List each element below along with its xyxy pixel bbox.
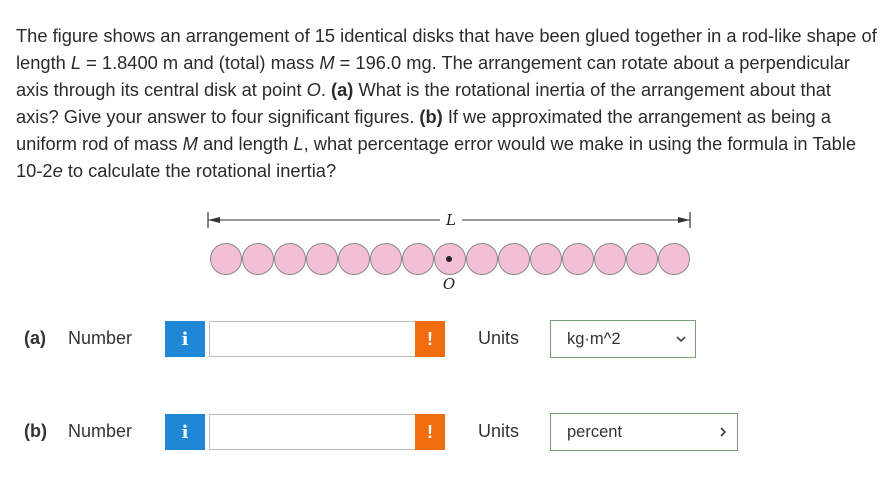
info-icon[interactable]: i	[165, 321, 205, 357]
units-select[interactable]: kg·m^2	[550, 320, 696, 358]
part-a-tag: (a)	[331, 79, 354, 100]
units-label: Units	[478, 328, 520, 348]
question-segment: to calculate the rotational inertia?	[62, 160, 337, 181]
answer-row-a: (a) Number i ! Units kg·m^2	[0, 319, 891, 359]
disk	[370, 243, 402, 275]
chevron-down-icon	[676, 336, 686, 343]
info-icon[interactable]: i	[165, 414, 205, 450]
number-input[interactable]	[209, 321, 415, 357]
question-segment: = 1.8400 m and (total) mass	[81, 52, 320, 73]
answer-row-b: (b) Number i ! Units percent	[0, 412, 891, 452]
warning-icon[interactable]: !	[415, 321, 445, 357]
number-label: Number	[68, 328, 133, 348]
mass-symbol: M	[319, 52, 335, 73]
question-segment: .	[320, 79, 332, 100]
chevron-down-icon	[720, 427, 727, 437]
disk	[626, 243, 658, 275]
disk	[274, 243, 306, 275]
part-label: (b)	[24, 421, 47, 441]
part-b-tag: (b)	[419, 106, 443, 127]
disk	[306, 243, 338, 275]
disk	[338, 243, 370, 275]
mass-symbol: M	[182, 133, 198, 154]
disk	[498, 243, 530, 275]
point-symbol: O	[306, 79, 321, 100]
length-label: L	[445, 211, 456, 229]
length-symbol: L	[293, 133, 304, 154]
warning-icon[interactable]: !	[415, 414, 445, 450]
units-selected-value: percent	[567, 422, 623, 441]
disk	[210, 243, 242, 275]
axis-point	[446, 256, 452, 262]
question-text: The figure shows an arrangement of 15 id…	[16, 22, 878, 184]
number-input[interactable]	[209, 414, 415, 450]
length-right-arrow	[678, 217, 690, 223]
part-label: (a)	[24, 328, 46, 348]
disk	[658, 243, 690, 275]
disk	[466, 243, 498, 275]
disk-arrangement-figure: L O	[200, 203, 700, 293]
point-label: O	[443, 275, 455, 293]
disk	[242, 243, 274, 275]
disk-arrangement-diagram: L O	[207, 211, 691, 293]
disk	[530, 243, 562, 275]
disk	[562, 243, 594, 275]
units-select[interactable]: percent	[550, 413, 738, 451]
disk	[594, 243, 626, 275]
table-subscript: e	[52, 160, 63, 181]
length-symbol: L	[70, 52, 82, 73]
length-left-arrow	[208, 217, 220, 223]
units-label: Units	[478, 421, 520, 441]
disk	[402, 243, 434, 275]
number-label: Number	[68, 421, 133, 441]
units-selected-value: kg·m^2	[567, 329, 621, 348]
question-segment: and length	[197, 133, 294, 154]
